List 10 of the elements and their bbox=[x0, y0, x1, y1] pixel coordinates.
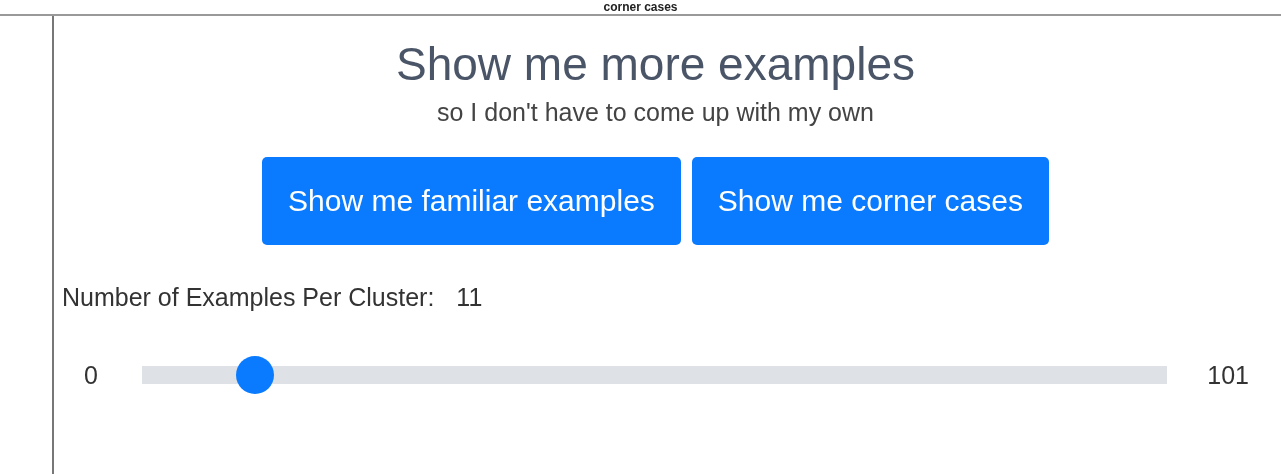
title: Show me more examples bbox=[395, 37, 916, 92]
examples-button[interactable]: Show me corner cases bbox=[691, 157, 1049, 245]
slider-max: 101 bbox=[1207, 360, 1249, 390]
subtitle: so I don't have to come up with my own bbox=[436, 98, 875, 127]
slider-min: 0 bbox=[84, 360, 98, 390]
examples-button[interactable]: Show me familiar examples bbox=[262, 157, 681, 245]
slider-label: Number of Examples Per Cluster: bbox=[62, 283, 435, 312]
slider-thumb[interactable] bbox=[235, 356, 274, 394]
section-heading: corner cases bbox=[603, 1, 678, 14]
slider-value: 11 bbox=[456, 283, 483, 312]
